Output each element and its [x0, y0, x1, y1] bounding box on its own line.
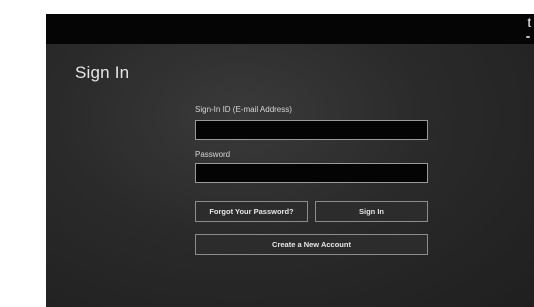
signin-id-label: Sign-In ID (E-mail Address): [195, 105, 292, 114]
password-label: Password: [195, 150, 231, 159]
network-status-icon: ʈ: [527, 17, 531, 28]
password-input[interactable]: [195, 163, 428, 183]
page-title: Sign In: [75, 63, 130, 82]
signin-id-input[interactable]: [195, 120, 428, 140]
forgot-password-button[interactable]: Forgot Your Password?: [195, 201, 308, 222]
indicator-icon: [526, 36, 530, 38]
sign-in-button[interactable]: Sign In: [315, 201, 428, 222]
create-account-button[interactable]: Create a New Account: [195, 234, 428, 255]
app-screen: ʈ Sign In Sign-In ID (E-mail Address) Pa…: [46, 14, 534, 307]
top-bar: ʈ: [46, 14, 534, 44]
